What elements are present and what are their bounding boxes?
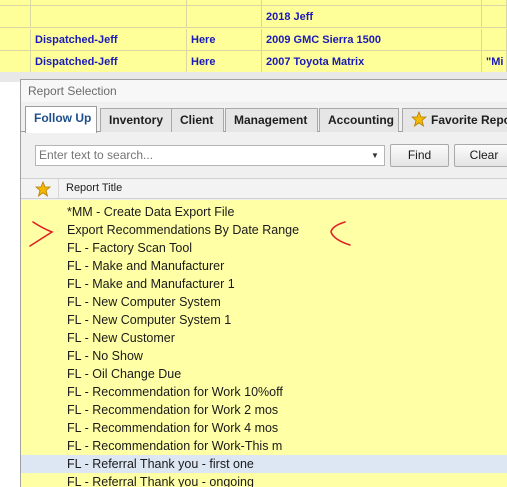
list-item[interactable]: FL - Oil Change Due: [21, 365, 507, 383]
tab-label: Favorite Repor: [431, 113, 507, 127]
list-item[interactable]: FL - No Show: [21, 347, 507, 365]
list-item[interactable]: FL - Recommendation for Work-This m: [21, 437, 507, 455]
star-icon: [411, 111, 427, 127]
extra-cell: [482, 6, 507, 28]
clear-button[interactable]: Clear: [454, 144, 507, 167]
list-item[interactable]: FL - New Computer System 1: [21, 311, 507, 329]
list-item[interactable]: FL - Make and Manufacturer 1: [21, 275, 507, 293]
report-title-column-header[interactable]: Report Title: [66, 179, 122, 198]
extra-cell: "Mi: [482, 51, 507, 73]
report-list: *MM - Create Data Export File Export Rec…: [21, 200, 507, 487]
tab-management[interactable]: Management: [225, 108, 318, 132]
search-input[interactable]: [39, 148, 359, 162]
table-row[interactable]: Dispatched-Jeff Here 2009 GMC Sierra 150…: [0, 29, 507, 51]
table-row[interactable]: 2018 Jeff: [0, 6, 507, 28]
list-item-selected[interactable]: FL - Referral Thank you - first one: [21, 455, 507, 473]
tab-label: Accounting: [328, 113, 394, 127]
status-cell: Dispatched-Jeff: [31, 51, 187, 73]
tab-label: Management: [234, 113, 308, 127]
list-item[interactable]: FL - Recommendation for Work 4 mos: [21, 419, 507, 437]
tab-favorite-reports[interactable]: Favorite Repor: [402, 108, 507, 132]
list-item[interactable]: FL - New Customer: [21, 329, 507, 347]
location-cell: [187, 6, 262, 28]
vehicle-cell: 2007 Toyota Matrix: [262, 51, 482, 73]
find-button[interactable]: Find: [390, 144, 449, 167]
star-icon[interactable]: [35, 181, 51, 197]
list-item[interactable]: *MM - Create Data Export File: [21, 203, 507, 221]
extra-cell: [482, 29, 507, 51]
search-combobox[interactable]: ▼: [35, 145, 385, 166]
location-cell: Here: [187, 29, 262, 51]
list-item[interactable]: Export Recommendations By Date Range: [21, 221, 507, 239]
tab-label: Inventory: [109, 113, 164, 127]
report-tabs: Follow Up Inventory Client Management Ac…: [21, 106, 507, 133]
list-item[interactable]: FL - New Computer System: [21, 293, 507, 311]
status-cell: Dispatched-Jeff: [31, 29, 187, 51]
tab-client[interactable]: Client: [171, 108, 224, 132]
list-item[interactable]: FL - Recommendation for Work 10%off: [21, 383, 507, 401]
list-item[interactable]: FL - Make and Manufacturer: [21, 257, 507, 275]
column-divider: [58, 179, 59, 198]
location-cell: Here: [187, 51, 262, 73]
vehicle-cell: 2018 Jeff: [262, 6, 482, 28]
list-item[interactable]: FL - Recommendation for Work 2 mos: [21, 401, 507, 419]
dialog-title: Report Selection: [21, 80, 507, 102]
tab-accounting[interactable]: Accounting: [319, 108, 399, 132]
status-cell: [31, 6, 187, 28]
tab-label: Follow Up: [34, 111, 92, 125]
table-row[interactable]: Dispatched-Jeff Here 2007 Toyota Matrix …: [0, 51, 507, 73]
chevron-down-icon[interactable]: ▼: [369, 149, 381, 162]
vehicle-cell: 2009 GMC Sierra 1500: [262, 29, 482, 51]
tab-label: Client: [180, 113, 214, 127]
list-item[interactable]: FL - Referral Thank you - ongoing: [21, 473, 507, 487]
background-sheet: 2018 Jeff Dispatched-Jeff Here 2009 GMC …: [0, 0, 507, 80]
list-item[interactable]: FL - Factory Scan Tool: [21, 239, 507, 257]
list-header: Report Title: [21, 178, 507, 199]
search-row: ▼ Find Clear: [21, 142, 507, 170]
report-selection-dialog: Report Selection Follow Up Inventory Cli…: [20, 79, 507, 487]
tab-follow-up[interactable]: Follow Up: [25, 106, 97, 133]
